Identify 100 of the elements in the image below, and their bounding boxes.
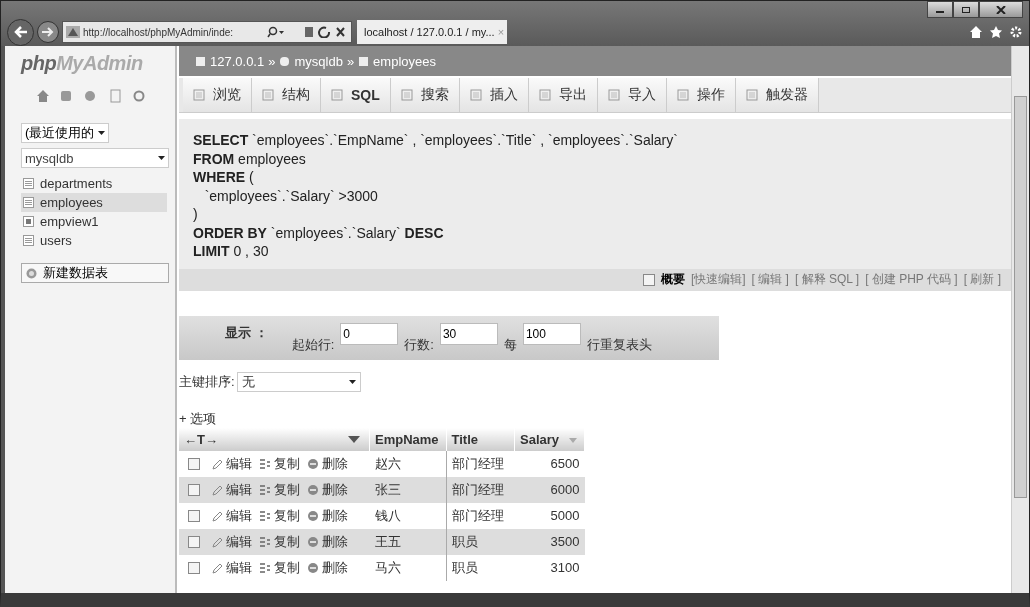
copy-link[interactable]: 复制	[274, 506, 300, 525]
row-checkbox[interactable]	[188, 457, 200, 470]
browser-tab[interactable]: localhost / 127.0.0.1 / my... ×	[357, 20, 507, 44]
table-cell: 5000	[514, 502, 585, 529]
sql-action-link[interactable]: [ 编辑 ]	[751, 271, 789, 288]
pencil-icon	[211, 483, 223, 496]
tab-icon	[538, 89, 551, 101]
options-toggle[interactable]: + 选项	[179, 409, 217, 428]
row-count-field[interactable]: 30	[439, 322, 498, 345]
edit-link[interactable]: 编辑	[226, 558, 252, 577]
table-cell: 职员	[446, 554, 515, 581]
tab[interactable]: 导出	[528, 78, 598, 112]
column-header[interactable]: EmpName	[369, 427, 446, 451]
delete-icon	[307, 483, 319, 496]
table-cell: 马六	[369, 554, 446, 581]
scrollbar[interactable]	[1011, 46, 1029, 593]
breadcrumb-link[interactable]: mysqldb	[294, 53, 343, 69]
edit-link[interactable]: 编辑	[226, 454, 252, 473]
breadcrumb-link[interactable]: 127.0.0.1	[210, 53, 265, 69]
table-cell: 部门经理	[446, 476, 515, 503]
maximize-button[interactable]	[953, 1, 979, 18]
table-link[interactable]: empview1	[21, 212, 167, 231]
tab[interactable]: 操作	[666, 78, 736, 112]
sort-label: 主键排序:	[179, 372, 235, 391]
profiling-checkbox[interactable]	[642, 273, 655, 286]
back-arrow-icon	[12, 25, 29, 39]
logo: phpMyAdmin	[21, 52, 144, 75]
tab[interactable]: 触发器	[735, 78, 819, 112]
recent-tables-dropdown[interactable]: (最近使用的	[21, 123, 109, 143]
toolbar-icons[interactable]	[969, 25, 1023, 39]
pencil-icon	[211, 561, 223, 574]
minimize-button[interactable]	[927, 1, 953, 18]
delete-link[interactable]: 删除	[322, 532, 348, 551]
sql-action-link[interactable]: [ 刷新 ]	[963, 271, 1001, 288]
delete-icon	[307, 457, 319, 470]
forward-button[interactable]	[37, 21, 59, 43]
table-link[interactable]: employees	[21, 193, 167, 212]
pencil-icon	[211, 457, 223, 470]
tab-icon	[262, 89, 274, 101]
breadcrumb-separator: »	[268, 53, 276, 69]
copy-link[interactable]: 复制	[274, 454, 300, 473]
copy-link[interactable]: 复制	[274, 532, 300, 551]
edit-link[interactable]: 编辑	[226, 532, 252, 551]
delete-link[interactable]: 删除	[322, 558, 348, 577]
copy-icon	[259, 561, 271, 574]
close-icon	[996, 5, 1006, 14]
pencil-icon	[211, 509, 223, 522]
copy-icon	[259, 535, 271, 548]
display-label: 显示 ：	[225, 323, 268, 342]
start-row-field[interactable]: 0	[340, 322, 399, 345]
navigation-icons[interactable]	[35, 89, 147, 103]
sort-dropdown[interactable]: 无	[236, 371, 361, 392]
breadcrumb-link[interactable]: employees	[373, 53, 436, 69]
sql-action-link[interactable]: [ 创建 PHP 代码 ]	[865, 271, 958, 288]
table-icon	[23, 235, 34, 246]
edit-link[interactable]: 编辑	[226, 506, 252, 525]
close-button[interactable]	[979, 1, 1023, 18]
every-label: 每	[503, 335, 517, 354]
row-checkbox[interactable]	[188, 509, 200, 522]
repeat-header-label: 行重复表头	[586, 335, 652, 354]
tab[interactable]: 插入	[459, 78, 529, 112]
sql-query: SELECT `employees`.`EmpName` , `employees`.`Title` , `employees`.`Salary` FROM employees WHERE ( `employees`.`Salary` >3000 ) ORDER BY `employees`.`Salary` DESC LIMIT 0 , 30	[179, 119, 1011, 269]
caret-icon	[348, 379, 356, 384]
tab[interactable]: SQL	[321, 78, 391, 112]
table-cell: 3100	[514, 554, 585, 581]
copy-link[interactable]: 复制	[274, 480, 300, 499]
tab[interactable]: 导入	[597, 78, 667, 112]
table-cell: 职员	[446, 528, 515, 555]
tab-icon	[331, 89, 343, 101]
row-count-label: 行数:	[404, 335, 434, 354]
delete-link[interactable]: 删除	[322, 480, 348, 499]
sql-action-link[interactable]: [快速编辑]	[690, 271, 746, 288]
table-link[interactable]: users	[21, 231, 167, 250]
column-header[interactable]: ←T→	[179, 427, 370, 451]
row-checkbox[interactable]	[188, 483, 200, 496]
tab[interactable]: 搜索	[390, 78, 460, 112]
delete-link[interactable]: 删除	[322, 454, 348, 473]
sort-icon	[569, 437, 578, 444]
table-link[interactable]: departments	[21, 174, 167, 193]
table-cell: 部门经理	[446, 450, 515, 477]
delete-link[interactable]: 删除	[322, 506, 348, 525]
database-dropdown[interactable]: mysqldb	[21, 148, 169, 168]
column-header[interactable]: Salary	[514, 427, 585, 451]
row-checkbox[interactable]	[188, 561, 200, 574]
copy-link[interactable]: 复制	[274, 558, 300, 577]
new-table-button[interactable]: 新建数据表	[21, 263, 169, 283]
back-button[interactable]	[7, 18, 34, 46]
address-bar[interactable]: http://localhost/phpMyAdmin/inde:	[62, 21, 352, 43]
tab[interactable]: 结构	[252, 78, 321, 112]
column-header[interactable]: Title	[446, 427, 515, 451]
row-checkbox[interactable]	[188, 535, 200, 548]
repeat-header-field[interactable]: 100	[522, 322, 581, 345]
table-icon	[23, 197, 34, 208]
dropdown-icon[interactable]	[347, 435, 360, 444]
edit-link[interactable]: 编辑	[226, 480, 252, 499]
maximize-icon	[961, 5, 971, 14]
pencil-icon	[211, 535, 223, 548]
table-cell: 3500	[514, 528, 585, 555]
tab[interactable]: 浏览	[183, 78, 252, 112]
sql-action-link[interactable]: [ 解释 SQL ]	[794, 271, 860, 288]
